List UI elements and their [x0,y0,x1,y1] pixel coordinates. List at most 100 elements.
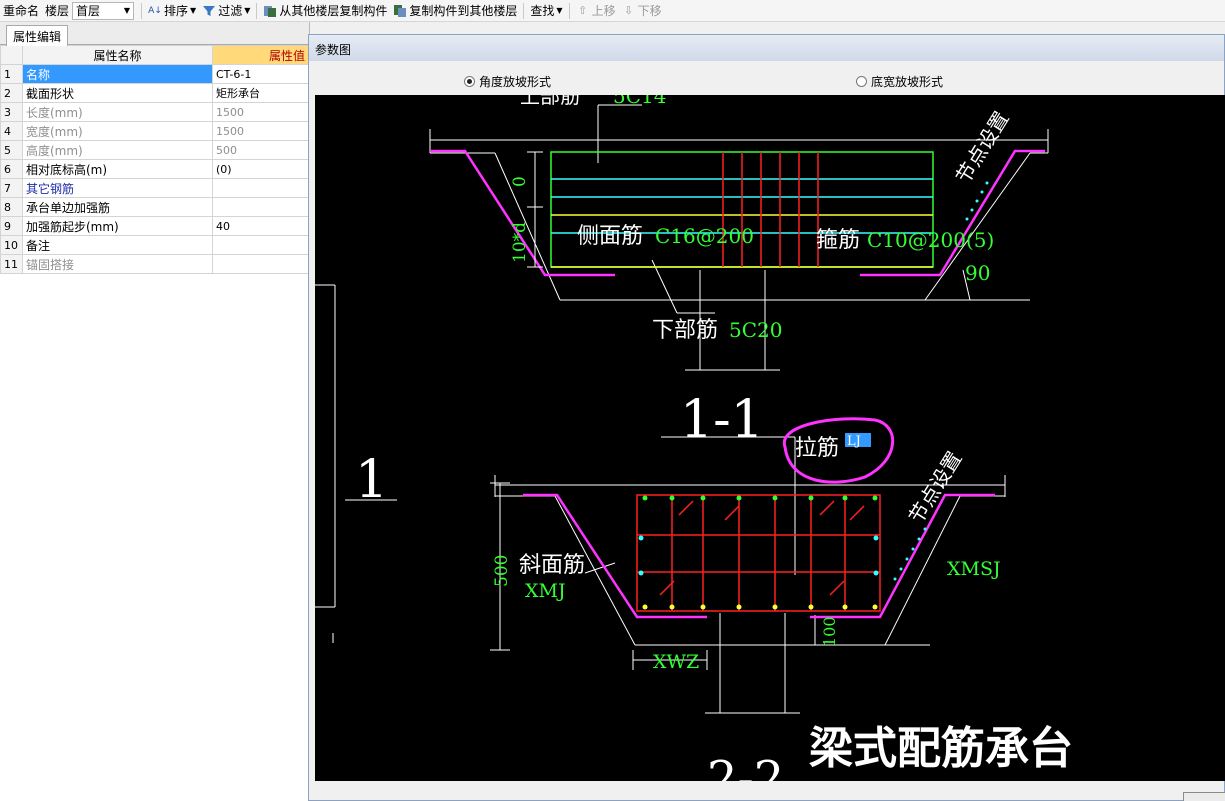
copy-to-icon [394,4,407,17]
property-value[interactable]: 40 [212,216,309,236]
row-number: 4 [0,121,23,141]
label-top-bar-spec: 5C14 [613,95,666,108]
drawing-title: 梁式配筋承台 [809,723,1073,774]
slope-mode-radio-group: 角度放坡形式 底宽放坡形式 [309,69,1224,91]
label-node-setting-1: 节点设置 [951,107,1014,188]
header-property-value: 属性值 [212,45,309,65]
property-value[interactable]: 矩形承台 [212,83,309,103]
property-name[interactable]: 宽度(mm) [22,121,213,141]
row-number: 3 [0,102,23,122]
property-name[interactable]: 加强筋起步(mm) [22,216,213,236]
property-value[interactable] [212,178,309,198]
row-number: 7 [0,178,23,198]
table-row[interactable]: 11 +锚固搭接 [0,254,309,274]
property-value[interactable] [212,197,309,217]
label-xwz: XWZ [653,651,699,673]
arrow-down-icon: ⇩ [623,3,634,17]
row-number: 2 [0,83,23,103]
label-section-2-2: 2-2 [707,751,784,781]
move-down-button[interactable]: ⇩ 下移 [619,1,665,21]
property-table: 属性名称 属性值 1 名称 CT-6-1 2 截面形状 矩形承台 3 长度(mm… [0,45,309,274]
label-top-bar: 上部筋 [520,95,580,108]
header-property-name: 属性名称 [22,45,213,65]
label-tie-bar: 拉筋 [795,436,839,461]
row-number: 6 [0,159,23,179]
toolbar-separator [523,2,525,19]
radio-angle-slope[interactable]: 角度放坡形式 [464,73,551,90]
property-name[interactable]: 其它钢筋 [22,178,213,198]
row-number: 9 [0,216,23,236]
confirm-button[interactable] [1183,792,1225,801]
label-side-bar-spec: C16@200 [655,224,754,248]
table-row[interactable]: 8 承台单边加强筋 [0,197,309,217]
row-number: 8 [0,197,23,217]
property-name[interactable]: 截面形状 [22,83,213,103]
table-row[interactable]: 9 加强筋起步(mm) 40 [0,216,309,236]
find-button[interactable]: 查找 ▼ [527,1,565,21]
property-value[interactable]: CT-6-1 [212,64,309,84]
label-slope-bar-spec: XMJ [525,580,566,602]
label-section-1-1: 1-1 [680,390,764,450]
rename-button[interactable]: 重命名 [0,1,42,21]
label-xmsj: XMSJ [947,558,1001,580]
filter-icon [203,5,216,16]
property-name[interactable]: 承台单边加强筋 [22,197,213,217]
row-number: 1 [0,64,23,84]
section-2-cage [636,494,881,612]
label-dim-500: 500 [492,555,512,587]
dropdown-arrow-icon: ▼ [190,6,197,15]
dropdown-arrow-icon: ▼ [123,6,131,15]
property-value[interactable]: 500 [212,140,309,160]
copy-from-floor-button[interactable]: 从其他楼层复制构件 [260,1,390,21]
property-value[interactable]: 1500 [212,121,309,141]
main-toolbar: 重命名 楼层 首层 ▼ A↓ 排序 ▼ 过滤 ▼ 从其他楼层复制构件 复制构件到… [0,0,1225,22]
table-row[interactable]: 4 宽度(mm) 1500 [0,121,309,141]
floor-label: 楼层 [45,4,70,18]
property-name[interactable]: 高度(mm) [22,140,213,160]
property-value[interactable] [212,254,309,274]
table-row[interactable]: 2 截面形状 矩形承台 [0,83,309,103]
label-stirrup-spec: C10@200(5) [867,228,994,252]
tab-property-edit[interactable]: 属性编辑 [6,25,69,46]
filter-button[interactable]: 过滤 ▼ [199,1,253,21]
table-row[interactable]: 5 高度(mm) 500 [0,140,309,160]
move-up-button[interactable]: ⇧ 上移 [573,1,619,21]
label-dim-100: 100 [820,616,839,647]
parameter-diagram-dialog: 参数图 角度放坡形式 底宽放坡形式 上部筋 5C14 节点设置 0 10*d 侧… [308,34,1225,801]
copy-to-floor-button[interactable]: 复制构件到其他楼层 [390,1,520,21]
property-name[interactable]: 名称 [22,64,213,84]
table-row[interactable]: 6 相对底标高(m) (0) [0,159,309,179]
properties-panel: 属性编辑 属性名称 属性值 1 名称 CT-6-1 2 截面形状 矩形承台 3 … [0,22,310,801]
sort-az-icon: A↓ [148,5,162,16]
label-section-mark-1: 1 [355,450,388,510]
label-bottom-bar-spec: 5C20 [729,318,782,342]
toolbar-separator [256,2,258,19]
table-row[interactable]: 10 备注 [0,235,309,255]
cad-drawing: 上部筋 5C14 节点设置 0 10*d 侧面筋 C16@200 箍筋 C10@… [315,95,1073,781]
radio-unselected-icon [856,76,867,87]
property-name[interactable]: 长度(mm) [22,102,213,122]
label-side-bar: 侧面筋 [577,224,643,249]
property-name[interactable]: 相对底标高(m) [22,159,213,179]
label-bottom-bar: 下部筋 [652,318,718,343]
label-slope-bar: 斜面筋 [519,553,585,578]
property-value[interactable]: (0) [212,159,309,179]
property-name[interactable]: +锚固搭接 [22,254,213,274]
label-dim-0: 0 [510,176,530,187]
row-number: 5 [0,140,23,160]
row-number: 11 [0,254,23,274]
table-row[interactable]: 3 长度(mm) 1500 [0,102,309,122]
arrow-up-icon: ⇧ [577,3,588,17]
property-value[interactable] [212,235,309,255]
toolbar-separator [568,2,570,19]
radio-width-slope[interactable]: 底宽放坡形式 [856,73,943,90]
header-number [0,45,23,65]
table-header-row: 属性名称 属性值 [0,45,309,65]
floor-select[interactable]: 首层 ▼ [72,1,135,20]
property-value[interactable]: 1500 [212,102,309,122]
table-row[interactable]: 1 名称 CT-6-1 [0,64,309,84]
table-row[interactable]: 7 其它钢筋 [0,178,309,198]
property-name[interactable]: 备注 [22,235,213,255]
label-stirrup: 箍筋 [816,228,860,253]
sort-button[interactable]: A↓ 排序 ▼ [145,1,199,21]
